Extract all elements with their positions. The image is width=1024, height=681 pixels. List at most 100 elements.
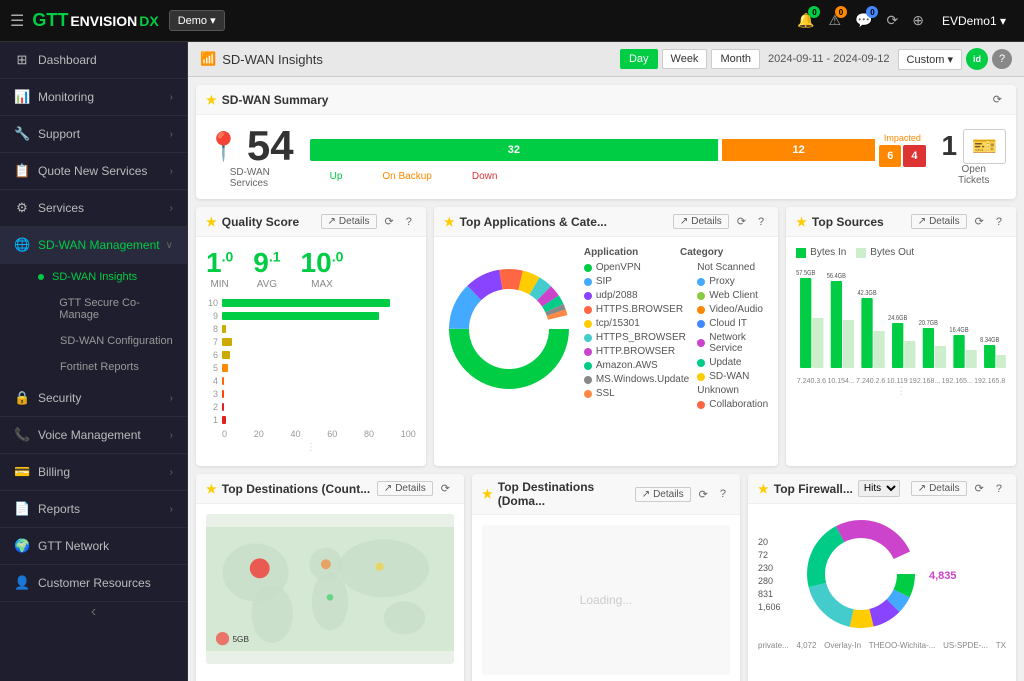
chevron-right-icon: › (170, 92, 173, 103)
quality-max: 10.0 MAX (301, 247, 344, 290)
monitoring-icon: 📊 (14, 89, 30, 105)
sidebar-item-customer-resources[interactable]: 👤 Customer Resources (0, 565, 187, 602)
list-item: 831 (758, 589, 793, 599)
top-sources-refresh-button[interactable]: ⟳ (971, 213, 988, 230)
ticket-icon: 🎫 (963, 129, 1006, 164)
warning-button[interactable]: ⚠0 (824, 8, 845, 33)
map-details-button[interactable]: ↗ Details (377, 481, 433, 496)
dashboard: ★ SD-WAN Summary ⟳ 📍 54 SD-WANServices (188, 77, 1024, 681)
svg-text:57.5GB: 57.5GB (796, 269, 815, 277)
sidebar-item-support[interactable]: 🔧 Support › (0, 116, 187, 153)
help-button[interactable]: ? (992, 49, 1012, 69)
sidebar-item-dashboard[interactable]: ⊞ Dashboard (0, 42, 187, 79)
hits-dropdown[interactable]: Hits (858, 480, 900, 497)
summary-refresh-button[interactable]: ⟳ (989, 91, 1006, 108)
top-sources-title: ★ Top Sources (796, 215, 911, 229)
bar-chart-legend: Bytes In Bytes Out (796, 247, 1006, 258)
sidebar-subitem-fortinet[interactable]: Fortinet Reports (0, 354, 187, 380)
chevron-right-icon: › (170, 393, 173, 404)
bar-labels: Up On Backup Down (310, 171, 926, 182)
logo-envision: ENVISION (70, 13, 137, 29)
list-item: tcp/15301 (584, 318, 689, 329)
sidebar-item-services[interactable]: ⚙ Services › (0, 190, 187, 227)
main-content: 📶 SD-WAN Insights Day Week Month 2024-09… (188, 42, 1024, 681)
account-selector[interactable]: Demo ▾ (169, 10, 225, 31)
top-sources-details-button[interactable]: ↗ Details (911, 214, 967, 229)
top-sources-help-button[interactable]: ? (992, 214, 1006, 230)
voice-icon: 📞 (14, 427, 30, 443)
chat-button[interactable]: 💬0 (851, 8, 876, 33)
sidebar-item-security[interactable]: 🔒 Security › (0, 380, 187, 417)
week-button[interactable]: Week (662, 49, 708, 69)
quality-bar-8: 8 (206, 324, 416, 334)
quality-refresh-button[interactable]: ⟳ (381, 213, 398, 230)
quality-bar-2: 2 (206, 402, 416, 412)
list-item: HTTP.BROWSER (584, 346, 689, 357)
support-icon: 🔧 (14, 126, 30, 142)
custom-range-button[interactable]: Custom ▾ (898, 49, 962, 70)
sidebar-item-sdwan[interactable]: 🌐 SD-WAN Management ∨ (0, 227, 187, 264)
donut-chart (444, 264, 574, 397)
sidebar-item-gtt-network[interactable]: 🌍 GTT Network (0, 528, 187, 565)
chevron-right-icon: › (170, 166, 173, 177)
external-link-icon: ↗ (328, 216, 336, 227)
hamburger-button[interactable]: ☰ (10, 11, 24, 31)
top-destinations-map-widget: ★ Top Destinations (Count... ↗ Details ⟳ (196, 474, 464, 681)
legend-bytes-out: Bytes Out (856, 247, 914, 258)
quality-bar-4: 4 (206, 376, 416, 386)
impacted-bar: 6 (879, 145, 901, 167)
list-item: MS.Windows.Update (584, 374, 689, 385)
firewall-details-button[interactable]: ↗ Details (911, 481, 967, 496)
top-apps-body: Application Category OpenVPN SIP udp/208… (434, 237, 778, 423)
sub-header: 📶 SD-WAN Insights Day Week Month 2024-09… (188, 42, 1024, 77)
svg-text:42.3GB: 42.3GB (858, 289, 877, 297)
domain-help-button[interactable]: ? (716, 486, 730, 502)
list-item: OpenVPN (584, 262, 689, 273)
sync-button[interactable]: ⟳ (882, 8, 902, 33)
app-layout: ⊞ Dashboard 📊 Monitoring › 🔧 Support › 📋… (0, 42, 1024, 681)
sdwan-icon: 🌐 (14, 237, 30, 253)
sidebar-item-quote[interactable]: 📋 Quote New Services › (0, 153, 187, 190)
top-apps-details-button[interactable]: ↗ Details (673, 214, 729, 229)
sidebar-subitem-sdwan-config[interactable]: SD-WAN Configuration (0, 328, 187, 354)
top-sources-widget: ★ Top Sources ↗ Details ⟳ ? (786, 207, 1016, 466)
firewall-bottom-labels: private... 4,072 Overlay-In THEOO-Wichit… (758, 641, 1006, 650)
sidebar-item-reports[interactable]: 📄 Reports › (0, 491, 187, 528)
sidebar-collapse-button[interactable]: ‹ (0, 602, 187, 622)
list-item: Not Scanned (697, 262, 768, 273)
sidebar-subitem-sdwan-insights[interactable]: SD-WAN Insights (0, 264, 187, 290)
circle-button[interactable]: ⊕ (908, 8, 928, 33)
sidebar-subitem-gtt-secure[interactable]: GTT Secure Co-Manage (0, 290, 187, 328)
bell-button[interactable]: 🔔0 (793, 8, 818, 33)
firewall-help-button[interactable]: ? (992, 481, 1006, 497)
star-icon: ★ (206, 482, 217, 496)
map-refresh-button[interactable]: ⟳ (437, 480, 454, 497)
domain-details-button[interactable]: ↗ Details (635, 487, 691, 502)
quality-help-button[interactable]: ? (402, 214, 416, 230)
summary-widget-title: ★ SD-WAN Summary (206, 93, 989, 107)
firewall-refresh-button[interactable]: ⟳ (971, 480, 988, 497)
user-menu-button[interactable]: EVDemo1 ▾ (934, 10, 1014, 32)
quality-details-button[interactable]: ↗ Details (321, 214, 377, 229)
quality-min: 1.0 MIN (206, 247, 233, 290)
top-apps-refresh-button[interactable]: ⟳ (733, 213, 750, 230)
domain-widget-body: Loading... (472, 515, 740, 681)
sidebar-item-billing[interactable]: 💳 Billing › (0, 454, 187, 491)
sidebar-item-monitoring[interactable]: 📊 Monitoring › (0, 79, 187, 116)
domain-refresh-button[interactable]: ⟳ (695, 486, 712, 503)
up-label: Up (330, 171, 343, 182)
list-item: 1,606 (758, 602, 793, 612)
sidebar-item-voice[interactable]: 📞 Voice Management › (0, 417, 187, 454)
legend-columns: OpenVPN SIP udp/2088 HTTPS.BROWSER tcp/1… (584, 262, 768, 413)
dashboard-icon: ⊞ (14, 52, 30, 68)
top-apps-header: ★ Top Applications & Cate... ↗ Details ⟳… (434, 207, 778, 237)
firewall-values: 20 72 230 280 831 1,606 (758, 537, 793, 615)
top-apps-help-button[interactable]: ? (754, 214, 768, 230)
list-item: Video/Audio (697, 304, 768, 315)
firewall-widget-body: 20 72 230 280 831 1,606 (748, 504, 1016, 660)
quality-bar-9: 9 (206, 311, 416, 321)
chevron-right-icon: › (170, 504, 173, 515)
day-button[interactable]: Day (620, 49, 658, 69)
month-button[interactable]: Month (711, 49, 760, 69)
quality-x-axis: 020406080100 (206, 429, 416, 439)
